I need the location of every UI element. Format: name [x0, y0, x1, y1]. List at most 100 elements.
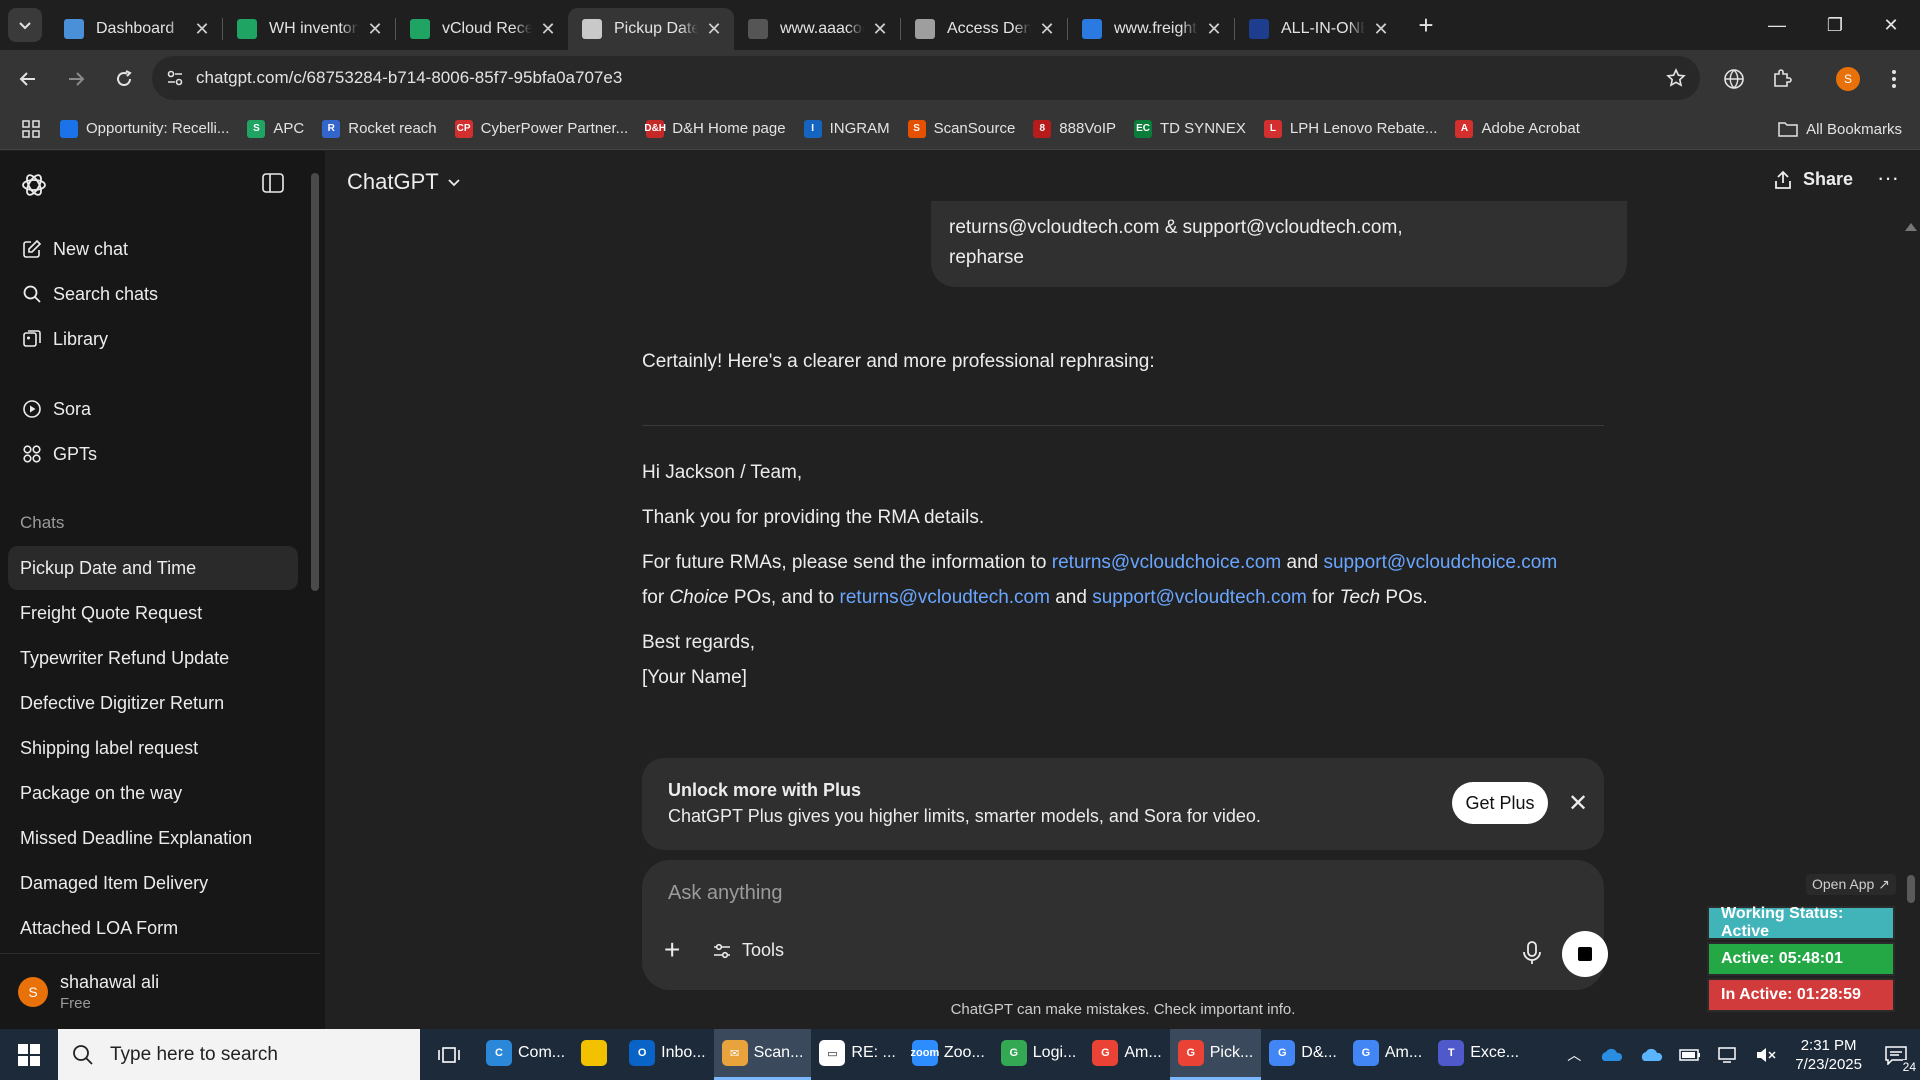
minimize-window-button[interactable]: — [1748, 0, 1806, 50]
dictate-button[interactable] [1522, 940, 1542, 966]
model-selector[interactable]: ChatGPT [347, 169, 461, 195]
taskbar-clock[interactable]: 2:31 PM 7/23/2025 [1795, 1036, 1862, 1074]
message-composer[interactable]: Ask anything + Tools [642, 860, 1608, 990]
taskbar-search-box[interactable]: Type here to search [58, 1029, 420, 1080]
browser-tab[interactable]: WH inventory - G ✕ [223, 8, 395, 50]
taskbar-app-button[interactable]: G Am... [1084, 1029, 1169, 1080]
close-tab-icon[interactable]: ✕ [1037, 19, 1057, 39]
bookmark-item[interactable]: D&H D&H Home page [644, 119, 786, 138]
browser-tab[interactable]: Pickup Date and ✕ [568, 8, 734, 50]
taskbar-app-button[interactable]: G Logi... [993, 1029, 1085, 1080]
library-button[interactable]: Library [8, 317, 298, 361]
chat-history-item[interactable]: Package on the way [8, 771, 298, 815]
taskbar-app-button[interactable] [573, 1029, 621, 1080]
maximize-window-button[interactable]: ❐ [1806, 0, 1864, 50]
browser-menu-button[interactable] [1874, 59, 1914, 99]
site-settings-icon[interactable] [166, 69, 184, 87]
bookmark-star-icon[interactable] [1666, 68, 1686, 88]
bookmark-item[interactable]: R Rocket reach [322, 119, 437, 138]
bookmark-item[interactable]: EC TD SYNNEX [1134, 119, 1246, 138]
new-tab-button[interactable]: + [1409, 8, 1443, 42]
tab-search-button[interactable] [8, 8, 42, 42]
start-button[interactable] [0, 1029, 58, 1080]
email-link-returns-tech[interactable]: returns@vcloudtech.com [840, 587, 1050, 608]
bookmark-item[interactable]: S APC [247, 119, 304, 138]
address-bar[interactable]: chatgpt.com/c/68753284-b714-8006-85f7-95… [152, 56, 1700, 100]
volume-muted-icon[interactable] [1755, 1046, 1777, 1064]
tools-button[interactable]: Tools [712, 940, 784, 961]
forward-button[interactable] [56, 59, 96, 99]
taskbar-app-button[interactable]: G Pick... [1169, 1029, 1262, 1080]
browser-tab[interactable]: vCloud Receive F ✕ [396, 8, 568, 50]
taskbar-app-button[interactable]: O Inbo... [621, 1029, 713, 1080]
chat-history-item[interactable]: Shipping label request [8, 726, 298, 770]
chat-history-item[interactable]: Attached LOA Form [8, 906, 298, 950]
openai-logo-icon[interactable] [20, 171, 48, 199]
sidebar-scrollbar[interactable] [311, 173, 319, 591]
taskbar-app-button[interactable]: C Com... [478, 1029, 573, 1080]
close-tab-icon[interactable]: ✕ [1371, 19, 1391, 39]
bookmark-item[interactable]: I INGRAM [803, 119, 890, 138]
user-account-button[interactable]: S shahawal ali Free [0, 953, 320, 1029]
main-scrollbar-thumb[interactable] [1907, 875, 1915, 903]
bookmark-item[interactable]: L LPH Lenovo Rebate... [1263, 119, 1437, 138]
network-icon[interactable] [1717, 1046, 1739, 1064]
close-tab-icon[interactable]: ✕ [870, 19, 890, 39]
taskbar-app-button[interactable]: G Am... [1345, 1029, 1430, 1080]
browser-tab[interactable]: Dashboard ✕ [50, 8, 222, 50]
taskbar-app-button[interactable]: zoom Zoo... [904, 1029, 993, 1080]
onedrive-icon[interactable] [1599, 1048, 1623, 1062]
taskbar-app-button[interactable]: ▭ RE: ... [811, 1029, 903, 1080]
dismiss-plus-card-button[interactable]: ✕ [1566, 788, 1590, 818]
close-tab-icon[interactable]: ✕ [704, 19, 724, 39]
bookmark-item[interactable]: A Adobe Acrobat [1455, 119, 1580, 138]
close-window-button[interactable]: ✕ [1862, 0, 1920, 50]
close-tab-icon[interactable]: ✕ [365, 19, 385, 39]
toggle-sidebar-icon[interactable] [262, 173, 284, 193]
bookmark-item[interactable]: CP CyberPower Partner... [454, 119, 628, 138]
back-button[interactable] [8, 59, 48, 99]
add-attachment-button[interactable]: + [664, 934, 680, 966]
bookmark-item[interactable]: S ScanSource [907, 119, 1015, 138]
sora-button[interactable]: Sora [8, 387, 298, 431]
composer-input[interactable]: Ask anything [668, 882, 783, 905]
open-app-button[interactable]: Open App ↗ [1806, 874, 1896, 895]
show-hidden-icons-chevron-up-icon[interactable]: ︿ [1567, 1045, 1581, 1065]
get-plus-button[interactable]: Get Plus [1452, 782, 1548, 824]
extensions-button[interactable] [1762, 59, 1802, 99]
apps-button[interactable] [14, 108, 48, 150]
email-link-returns-choice[interactable]: returns@vcloudchoice.com [1052, 552, 1281, 573]
task-view-button[interactable] [420, 1029, 478, 1080]
battery-icon[interactable] [1679, 1048, 1701, 1062]
close-tab-icon[interactable]: ✕ [1204, 19, 1224, 39]
new-chat-button[interactable]: New chat [8, 227, 298, 271]
chat-history-item[interactable]: Typewriter Refund Update [8, 636, 298, 680]
translate-extension-button[interactable] [1714, 59, 1754, 99]
browser-tab[interactable]: Access Denied ✕ [901, 8, 1067, 50]
scroll-up-arrow-icon[interactable] [1905, 223, 1917, 231]
all-bookmarks-button[interactable]: All Bookmarks [1778, 108, 1902, 150]
browser-tab[interactable]: www.aaacooper. ✕ [734, 8, 900, 50]
onedrive-business-icon[interactable] [1639, 1048, 1663, 1062]
email-link-support-tech[interactable]: support@vcloudtech.com [1092, 587, 1307, 608]
taskbar-app-button[interactable]: T Exce... [1430, 1029, 1527, 1080]
chat-history-item[interactable]: Pickup Date and Time [8, 546, 298, 590]
bookmark-item[interactable]: 8 888VoIP [1033, 119, 1116, 138]
profile-button[interactable]: S [1828, 59, 1868, 99]
email-link-support-choice[interactable]: support@vcloudchoice.com [1323, 552, 1557, 573]
browser-tab[interactable]: ALL-IN-ONE PAC ✕ [1235, 8, 1401, 50]
chat-history-item[interactable]: Freight Quote Request [8, 591, 298, 635]
close-tab-icon[interactable]: ✕ [192, 19, 212, 39]
stop-generating-button[interactable] [1562, 931, 1608, 977]
search-chats-button[interactable]: Search chats [8, 272, 298, 316]
action-center-button[interactable]: 24 [1872, 1029, 1920, 1080]
chat-history-item[interactable]: Missed Deadline Explanation [8, 816, 298, 860]
taskbar-app-button[interactable]: G D&... [1261, 1029, 1345, 1080]
reload-button[interactable] [104, 59, 144, 99]
close-tab-icon[interactable]: ✕ [538, 19, 558, 39]
conversation-options-button[interactable]: ··· [1877, 165, 1899, 191]
taskbar-app-button[interactable]: ✉ Scan... [713, 1029, 812, 1080]
chat-history-item[interactable]: Damaged Item Delivery [8, 861, 298, 905]
share-button[interactable]: Share [1773, 169, 1853, 190]
bookmark-item[interactable]: Opportunity: Recelli... [60, 119, 229, 138]
